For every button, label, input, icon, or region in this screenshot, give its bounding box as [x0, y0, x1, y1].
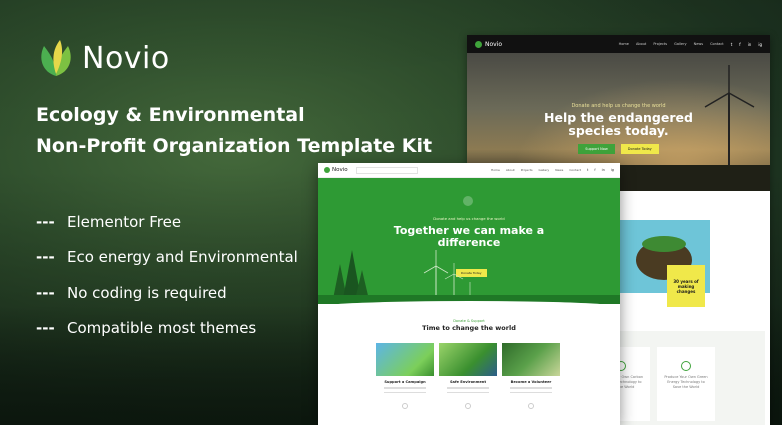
linkedin-icon[interactable]: in [602, 168, 605, 172]
feature-label: Compatible most themes [67, 319, 257, 338]
feature-item: --- Compatible most themes [36, 311, 298, 347]
card-image [502, 343, 560, 376]
card-text-line [384, 387, 426, 389]
nav-item-gallery[interactable]: Gallery [539, 168, 550, 172]
card-text-line [510, 391, 552, 393]
feature-list: --- Elementor Free --- Eco energy and Envi… [36, 204, 298, 346]
brand-logo: Novio [36, 38, 170, 78]
front-website-mockup: Novio Home About Projects Gallery News C… [318, 163, 620, 425]
section-subtitle: Donate & Support [453, 319, 485, 323]
feature-label: Eco energy and Environmental [67, 248, 298, 267]
nav-item-gallery[interactable]: Gallery [674, 42, 686, 47]
banner: Novio Ecology & Environmental Non-Profit… [0, 0, 782, 425]
leaf-icon [681, 361, 691, 371]
support-now-button[interactable]: Support Now [578, 144, 615, 154]
nav-item-contact[interactable]: Contact [710, 42, 724, 47]
back-hero-title: Help the endangered species today. [544, 110, 693, 138]
twitter-icon[interactable]: t [731, 42, 733, 47]
back-mockup-navbar: Novio Home About Projects Gallery News C… [467, 35, 770, 53]
card-label: Become a Volunteer [510, 380, 552, 384]
leaf-badge-icon [463, 196, 473, 206]
search-input[interactable] [355, 166, 418, 174]
headline-line-1: Ecology & Environmental [36, 104, 305, 126]
feature-dash: --- [36, 212, 55, 231]
campaign-card[interactable]: Become a Volunteer [502, 343, 560, 409]
leaf-icon [324, 167, 330, 173]
feature-label: No coding is required [67, 283, 227, 302]
nav-item-contact[interactable]: Contact [569, 168, 581, 172]
leaf-icon [475, 40, 482, 48]
card-image [376, 343, 434, 376]
card-arrow-icon[interactable] [528, 403, 534, 409]
card-text-line [447, 391, 489, 393]
feature-dash: --- [36, 319, 55, 338]
headline-line-2: Non-Profit Organization Template Kit [36, 135, 433, 157]
front-hero-subtitle: Donate and help us change the world [433, 216, 505, 221]
nav-item-news[interactable]: News [694, 42, 703, 47]
feature-dash: --- [36, 248, 55, 267]
nav-item-news[interactable]: News [555, 168, 563, 172]
nav-item-about[interactable]: About [636, 42, 646, 47]
front-mockup-menu: Home About Projects Gallery News Contact… [491, 168, 614, 172]
back-mockup-brand[interactable]: Novio [475, 40, 502, 48]
front-mockup-hero: Donate and help us change the world Toge… [318, 178, 620, 304]
feature-item: --- No coding is required [36, 275, 298, 311]
feature-dash: --- [36, 283, 55, 302]
feature-item: --- Eco energy and Environmental [36, 240, 298, 276]
linkedin-icon[interactable]: in [748, 42, 752, 47]
back-mockup-menu: Home About Projects Gallery News Contact… [619, 42, 762, 47]
back-hero-buttons: Support Now Donate Today [467, 144, 770, 154]
instagram-icon[interactable]: ig [611, 168, 614, 172]
service-card[interactable]: Produce Your Own Green Energy Technology… [657, 347, 715, 421]
nav-item-home[interactable]: Home [619, 42, 629, 47]
nav-item-projects[interactable]: Projects [653, 42, 667, 47]
nav-item-projects[interactable]: Projects [521, 168, 533, 172]
front-mockup-brand[interactable]: Novio [324, 167, 348, 173]
section-title: Time to change the world [422, 324, 516, 332]
experience-badge: 30 years of making changes [667, 265, 705, 307]
twitter-icon[interactable]: t [587, 168, 588, 172]
instagram-icon[interactable]: ig [758, 42, 762, 47]
campaign-card[interactable]: Support a Campaign [376, 343, 434, 409]
headline: Ecology & Environmental Non-Profit Organ… [36, 100, 432, 162]
card-image [439, 343, 497, 376]
facebook-icon[interactable]: f [594, 168, 595, 172]
card-text-line [384, 391, 426, 393]
campaign-card[interactable]: Safe Environment [439, 343, 497, 409]
front-mockup-navbar: Novio Home About Projects Gallery News C… [318, 163, 620, 178]
facebook-icon[interactable]: f [739, 42, 740, 47]
card-text-line [447, 387, 489, 389]
campaign-cards: Support a Campaign Safe Environment Beco… [376, 343, 560, 409]
leaf-logo-icon [41, 40, 71, 76]
card-label: Support a Campaign [384, 380, 426, 384]
card-arrow-icon[interactable] [465, 403, 471, 409]
nav-item-home[interactable]: Home [491, 168, 500, 172]
back-hero-subtitle: Donate and help us change the world [571, 103, 666, 109]
donate-today-button[interactable]: Donate Today [620, 144, 659, 154]
card-text-line [510, 387, 552, 389]
nav-item-about[interactable]: About [506, 168, 515, 172]
card-arrow-icon[interactable] [402, 403, 408, 409]
feature-item: --- Elementor Free [36, 204, 298, 240]
feature-label: Elementor Free [67, 212, 182, 231]
card-label: Safe Environment [449, 380, 487, 384]
brand-name: Novio [82, 40, 170, 76]
